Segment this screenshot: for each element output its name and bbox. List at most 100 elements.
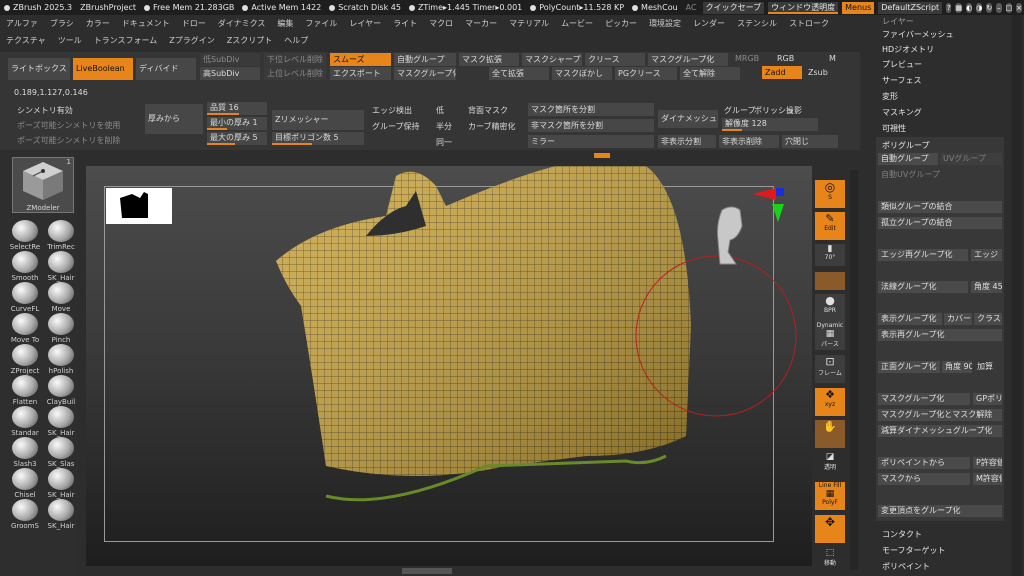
divide-button[interactable]: ディバイド [136, 58, 196, 80]
shelf-scrollbar[interactable] [850, 170, 858, 570]
same-toggle[interactable]: 同一 [436, 137, 452, 148]
side-panel-scrollbar[interactable] [1012, 15, 1022, 576]
transparent-button[interactable]: ◪ 透明 [815, 452, 845, 476]
symmetry-enable-button[interactable]: シンメトリ有効 [14, 104, 140, 117]
bpr-button[interactable]: ● BPR [815, 294, 845, 322]
menu-item[interactable]: マクロ [423, 18, 459, 29]
quicksave-button[interactable]: クイックセーブ [702, 1, 765, 14]
front-group-button[interactable]: 正面グループ化 [878, 361, 940, 373]
hide-delete-button[interactable]: 非表示削除 [719, 135, 779, 148]
mirror-button[interactable]: ミラー [528, 135, 654, 148]
brush-slot[interactable]: SK_Hair [44, 499, 78, 530]
contact-section[interactable]: コンタクト [882, 529, 922, 540]
add-toggle[interactable]: 加算 [974, 361, 1002, 373]
gp-poly-slider[interactable]: GPポリ [973, 393, 1002, 405]
polygroups-section[interactable]: ポリグループ [882, 140, 930, 151]
line-fill-button[interactable]: Line Fill ▦ PolyF [815, 482, 845, 510]
zadd-button[interactable]: Zadd [762, 66, 802, 79]
menu-item[interactable]: レイヤー [343, 18, 387, 29]
auto-uv-groups-button[interactable]: 自動UVグループ [878, 169, 1002, 181]
brush-slot[interactable]: Slash3 [8, 437, 42, 468]
brush-slot[interactable]: GroomS [8, 499, 42, 530]
dynamesh-button[interactable]: ダイナメッシュ [658, 110, 718, 128]
menu-item[interactable]: ヘルプ [278, 35, 314, 46]
edge-regroup-slider[interactable]: エッジ [971, 249, 1002, 261]
rgb-button[interactable]: RGB [777, 54, 794, 63]
menu-item[interactable]: ブラシ [44, 18, 80, 29]
polygroup-it-button[interactable]: マスクグループ化 [648, 53, 728, 66]
all-expand-button[interactable]: 全て拡張 [489, 67, 549, 80]
refresh-icon[interactable]: ↻ [986, 2, 993, 13]
reduce-dynamesh-group-button[interactable]: 減算ダイナメッシュグループ化 [878, 425, 1002, 437]
brush-slot[interactable]: Move To [8, 313, 42, 344]
menu-item[interactable]: ダイナミクス [212, 18, 272, 29]
menu-item[interactable]: ムービー [555, 18, 599, 29]
perspective-angle-slider[interactable]: ▮ 70° [815, 244, 845, 266]
delete-lower-button[interactable]: 下位レベル削除 [264, 53, 326, 66]
uv-groups-button[interactable]: UVグループ [940, 153, 1002, 165]
coverage-slider[interactable]: カバー [944, 313, 972, 325]
spotlight-button[interactable]: ◎ S [815, 180, 845, 208]
brush-slot[interactable]: Chisel [8, 468, 42, 499]
symmetry-xyz-button[interactable]: ❖ xyz [815, 388, 845, 416]
curve-refine-toggle[interactable]: カーブ精密化 [468, 121, 516, 132]
layout-icon[interactable]: ▦ [955, 2, 963, 13]
pose-symmetry-delete-button[interactable]: ポーズ可能シンメトリを削除 [14, 134, 140, 147]
brush-slot[interactable]: CurveFL [8, 282, 42, 313]
half-toggle[interactable]: 半分 [436, 121, 452, 132]
switch-icon[interactable]: ◐ [966, 2, 973, 13]
split-unmasked-button[interactable]: 非マスク箇所を分割 [528, 119, 654, 132]
menu-item[interactable]: マテリアル [503, 18, 555, 29]
low-toggle[interactable]: 低 [436, 105, 444, 116]
cluster-slider[interactable]: クラスタ [974, 313, 1002, 325]
brush-slot[interactable]: SK_Slas [44, 437, 78, 468]
brush-slot[interactable]: hPolish [44, 344, 78, 375]
help-icon[interactable]: ? [946, 2, 952, 13]
backface-mask-toggle[interactable]: 背面マスク [468, 105, 508, 116]
brush-slot[interactable]: ClayBuil [44, 375, 78, 406]
m-tolerance-slider[interactable]: M許容値 [973, 473, 1002, 485]
deformation-section[interactable]: 変形 [882, 91, 898, 102]
changed-vertex-group-button[interactable]: 変更頂点をグループ化 [878, 505, 1002, 517]
polypaint-section[interactable]: ポリペイント [882, 561, 930, 572]
menu-item[interactable]: ピッカー [599, 18, 643, 29]
mrgb-button[interactable]: MRGB [735, 54, 759, 63]
normal-angle-slider[interactable]: 角度 45 [971, 281, 1002, 293]
menu-item[interactable]: マーカー [459, 18, 503, 29]
min-thickness-slider[interactable]: 最小の厚み 1 [207, 117, 267, 130]
menu-item[interactable]: ファイル [299, 18, 343, 29]
edge-regroup-button[interactable]: エッジ再グループ化 [878, 249, 968, 261]
high-subdiv-button[interactable]: 高SubDiv [200, 67, 260, 80]
split-masked-button[interactable]: マスク箇所を分割 [528, 103, 654, 116]
crease-button[interactable]: クリース [585, 53, 645, 66]
normal-groups-button[interactable]: 法線グループ化 [878, 281, 968, 293]
preview-section[interactable]: プレビュー [882, 59, 922, 70]
pose-symmetry-use-button[interactable]: ポーズ可能シンメトリを使用 [14, 119, 140, 132]
mask-group-side-button[interactable]: マスクグループ化 [878, 393, 970, 405]
menu-item[interactable]: ステンシル [731, 18, 783, 29]
display-groups-button[interactable]: 表示グループ化 [878, 313, 942, 325]
merge-similar-button[interactable]: 類似グループの結合 [878, 201, 1002, 213]
smooth-button[interactable]: スムーズ [330, 53, 391, 66]
liveboolean-button[interactable]: LiveBoolean [73, 58, 133, 80]
morph-target-section[interactable]: モーフターゲット [882, 545, 946, 556]
edge-detect-toggle[interactable]: エッジ検出 [372, 105, 412, 116]
menu-item[interactable]: ライト [387, 18, 423, 29]
current-tool-thumbnail[interactable]: 1 ZModeler [12, 157, 74, 213]
menu-item[interactable]: アルファ [0, 18, 44, 29]
menu-item[interactable]: ストローク [783, 18, 835, 29]
brush-slot[interactable]: ZProject [8, 344, 42, 375]
hd-geometry-section[interactable]: HDジオメトリ [882, 44, 934, 55]
menu-item[interactable]: テクスチャ [0, 35, 52, 46]
brush-slot[interactable]: SelectRe [8, 220, 42, 251]
close-icon[interactable]: × [1016, 2, 1022, 13]
menu-item[interactable]: トランスフォーム [88, 35, 164, 46]
low-subdiv-button[interactable]: 低SubDiv [200, 53, 260, 66]
hide-display-button[interactable]: 非表示分割 [658, 135, 716, 148]
from-polypaint-button[interactable]: ポリペイントから [878, 457, 970, 469]
surface-section[interactable]: サーフェス [882, 75, 922, 86]
axis-gizmo-icon[interactable] [750, 184, 790, 224]
fibermesh-section[interactable]: ファイバーメッシュ [882, 29, 954, 40]
menu-item[interactable]: レンダー [687, 18, 731, 29]
dynamesh-groups-toggle[interactable]: グループ [724, 105, 756, 116]
